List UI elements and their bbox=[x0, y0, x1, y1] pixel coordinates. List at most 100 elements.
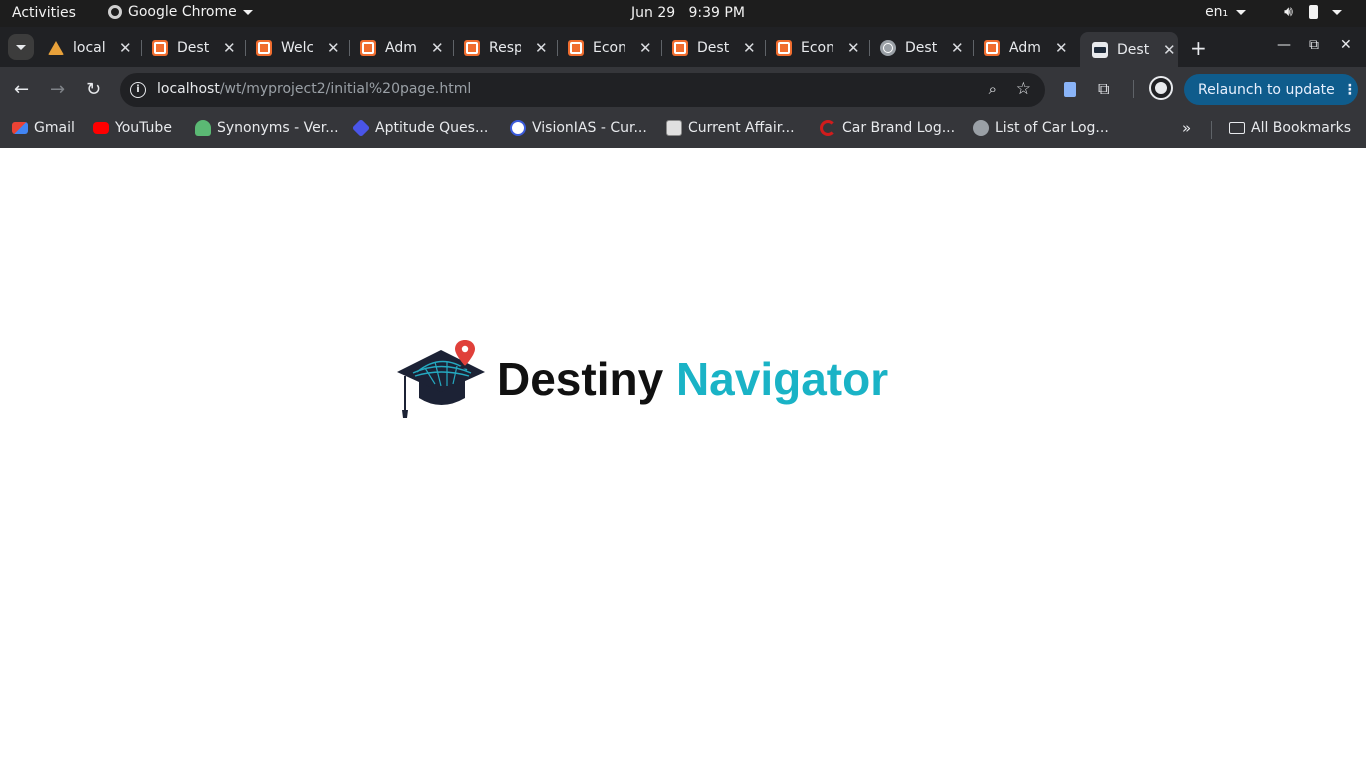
close-icon[interactable]: ✕ bbox=[535, 39, 548, 57]
bookmark-list-of-car-logos[interactable]: List of Car Log... bbox=[973, 120, 1109, 136]
tab-economics[interactable]: Economics ✕ bbox=[556, 32, 662, 63]
bookmark-label: Car Brand Log... bbox=[842, 120, 956, 136]
bookmark-label: Aptitude Ques... bbox=[375, 120, 489, 136]
date-text: Jun 29 bbox=[631, 5, 676, 21]
tab-title: Admin bbox=[1009, 39, 1041, 56]
xampp-icon bbox=[776, 39, 792, 56]
bookmark-label: List of Car Log... bbox=[995, 120, 1109, 136]
tab-localhost[interactable]: localhost ✕ bbox=[36, 32, 142, 63]
zoom-icon[interactable]: ⌕ bbox=[989, 80, 997, 98]
xampp-icon bbox=[984, 39, 1000, 56]
tab-economics[interactable]: Economics ✕ bbox=[764, 32, 870, 63]
new-tab-button[interactable]: + bbox=[1190, 36, 1207, 60]
extensions-puzzle-icon[interactable]: ⧉ bbox=[1098, 79, 1109, 99]
app-menu[interactable]: Google Chrome bbox=[108, 4, 253, 20]
extension-icon[interactable] bbox=[1064, 82, 1076, 97]
time-text: 9:39 PM bbox=[688, 5, 745, 21]
activities-button[interactable]: Activities bbox=[12, 5, 76, 21]
globe-icon bbox=[973, 120, 989, 136]
url-text[interactable]: localhost/wt/myproject2/initial%20page.h… bbox=[157, 81, 471, 97]
page-content: Destiny Navigator bbox=[0, 148, 1366, 768]
restore-icon[interactable]: ⧉ bbox=[1309, 37, 1319, 53]
bookmark-car-brand-logos[interactable]: Car Brand Log... bbox=[820, 120, 955, 136]
close-icon[interactable]: ✕ bbox=[1055, 39, 1068, 57]
more-vert-icon: ⋮ bbox=[1342, 81, 1357, 98]
close-icon[interactable]: ✕ bbox=[847, 39, 860, 57]
bookmark-youtube[interactable]: YouTube bbox=[93, 120, 172, 136]
profile-avatar[interactable] bbox=[1149, 76, 1173, 100]
folder-icon bbox=[1229, 122, 1245, 134]
bookmark-label: Gmail bbox=[34, 120, 75, 136]
close-icon[interactable]: ✕ bbox=[431, 39, 444, 57]
close-icon[interactable]: ✕ bbox=[639, 39, 652, 57]
tab-search-button[interactable] bbox=[8, 34, 34, 60]
chevron-down-icon bbox=[242, 9, 253, 15]
xampp-icon bbox=[360, 39, 376, 56]
more-bookmarks-chevron-icon[interactable]: » bbox=[1182, 119, 1191, 137]
toolbar-separator bbox=[1133, 80, 1134, 98]
reload-button[interactable]: ↻ bbox=[86, 79, 101, 100]
close-icon[interactable]: ✕ bbox=[951, 39, 964, 57]
tab-title: Economics bbox=[801, 39, 833, 56]
xampp-icon bbox=[464, 39, 480, 56]
system-top-bar: Activities Google Chrome Jun 29 9:39 PM … bbox=[0, 0, 1366, 27]
brand-name: Destiny Navigator bbox=[497, 356, 888, 402]
site-info-icon[interactable]: i bbox=[130, 82, 146, 98]
tab-welcome[interactable]: Welcome ✕ bbox=[244, 32, 350, 63]
xampp-icon bbox=[256, 39, 272, 56]
tab-title: Destiny bbox=[697, 39, 729, 56]
back-button[interactable]: ← bbox=[14, 79, 29, 100]
clock[interactable]: Jun 29 9:39 PM bbox=[631, 5, 745, 21]
close-window-icon[interactable]: ✕ bbox=[1340, 37, 1352, 53]
close-icon[interactable]: ✕ bbox=[119, 39, 132, 57]
tab-title: Destiny bbox=[905, 39, 937, 56]
minimize-icon[interactable]: — bbox=[1277, 37, 1291, 53]
language-indicator[interactable]: en₁ bbox=[1205, 4, 1228, 20]
xampp-icon bbox=[672, 39, 688, 56]
close-icon[interactable]: ✕ bbox=[743, 39, 756, 57]
brand-name-navigator: Navigator bbox=[675, 353, 889, 405]
tab-title: Destiny bbox=[177, 39, 209, 56]
bookmark-current-affairs[interactable]: Current Affair... bbox=[666, 120, 795, 136]
tab-destiny[interactable]: Destiny ✕ bbox=[868, 32, 974, 63]
relaunch-label: Relaunch to update bbox=[1198, 81, 1335, 98]
bookmark-gmail[interactable]: Gmail bbox=[12, 120, 75, 136]
tab-title: Admin bbox=[385, 39, 417, 56]
bookmark-star-icon[interactable]: ☆ bbox=[1016, 79, 1031, 99]
bookmarks-bar: Gmail YouTube Synonyms - Ver... Aptitude… bbox=[0, 112, 1366, 148]
bookmark-visionias[interactable]: VisionIAS - Cur... bbox=[510, 120, 647, 136]
bookmarks-separator bbox=[1211, 121, 1212, 139]
system-tray[interactable]: en₁ 🔊︎ bbox=[1205, 4, 1342, 20]
close-icon[interactable]: ✕ bbox=[1163, 41, 1176, 59]
gmail-icon bbox=[12, 122, 28, 134]
youtube-icon bbox=[93, 122, 109, 134]
tab-destiny[interactable]: Destiny ✕ bbox=[140, 32, 246, 63]
bookmark-synonyms[interactable]: Synonyms - Ver... bbox=[195, 120, 339, 136]
close-icon[interactable]: ✕ bbox=[223, 39, 236, 57]
chevron-down-icon bbox=[16, 44, 26, 50]
close-icon[interactable]: ✕ bbox=[327, 39, 340, 57]
tab-destiny[interactable]: Destiny ✕ bbox=[660, 32, 766, 63]
xampp-icon bbox=[152, 39, 168, 56]
tab-admin[interactable]: Admin ✕ bbox=[972, 32, 1076, 63]
chevron-down-icon bbox=[1332, 9, 1342, 15]
tab-response[interactable]: Response ✕ bbox=[452, 32, 558, 63]
aws-icon bbox=[48, 40, 64, 56]
url-host: localhost bbox=[157, 81, 220, 97]
address-bar[interactable]: i localhost/wt/myproject2/initial%20page… bbox=[120, 73, 1045, 107]
bookmark-aptitude[interactable]: Aptitude Ques... bbox=[351, 118, 489, 138]
globe-icon bbox=[880, 39, 896, 56]
visionias-icon bbox=[510, 120, 526, 136]
tab-title: Destiny bbox=[1117, 41, 1149, 58]
relaunch-to-update-button[interactable]: Relaunch to update ⋮ bbox=[1184, 74, 1358, 105]
brand-name-destiny: Destiny bbox=[497, 353, 664, 405]
chevron-down-icon bbox=[1236, 9, 1247, 15]
tab-destiny-active[interactable]: Destiny ✕ bbox=[1080, 32, 1178, 67]
bookmark-label: Current Affair... bbox=[688, 120, 795, 136]
tab-admin[interactable]: Admin ✕ bbox=[348, 32, 454, 63]
all-bookmarks-button[interactable]: All Bookmarks bbox=[1229, 120, 1351, 136]
destiny-navigator-icon bbox=[1092, 41, 1108, 58]
tab-title: Welcome bbox=[281, 39, 313, 56]
brand-logo-lockup: Destiny Navigator bbox=[395, 340, 888, 418]
forward-button[interactable]: → bbox=[50, 79, 65, 100]
